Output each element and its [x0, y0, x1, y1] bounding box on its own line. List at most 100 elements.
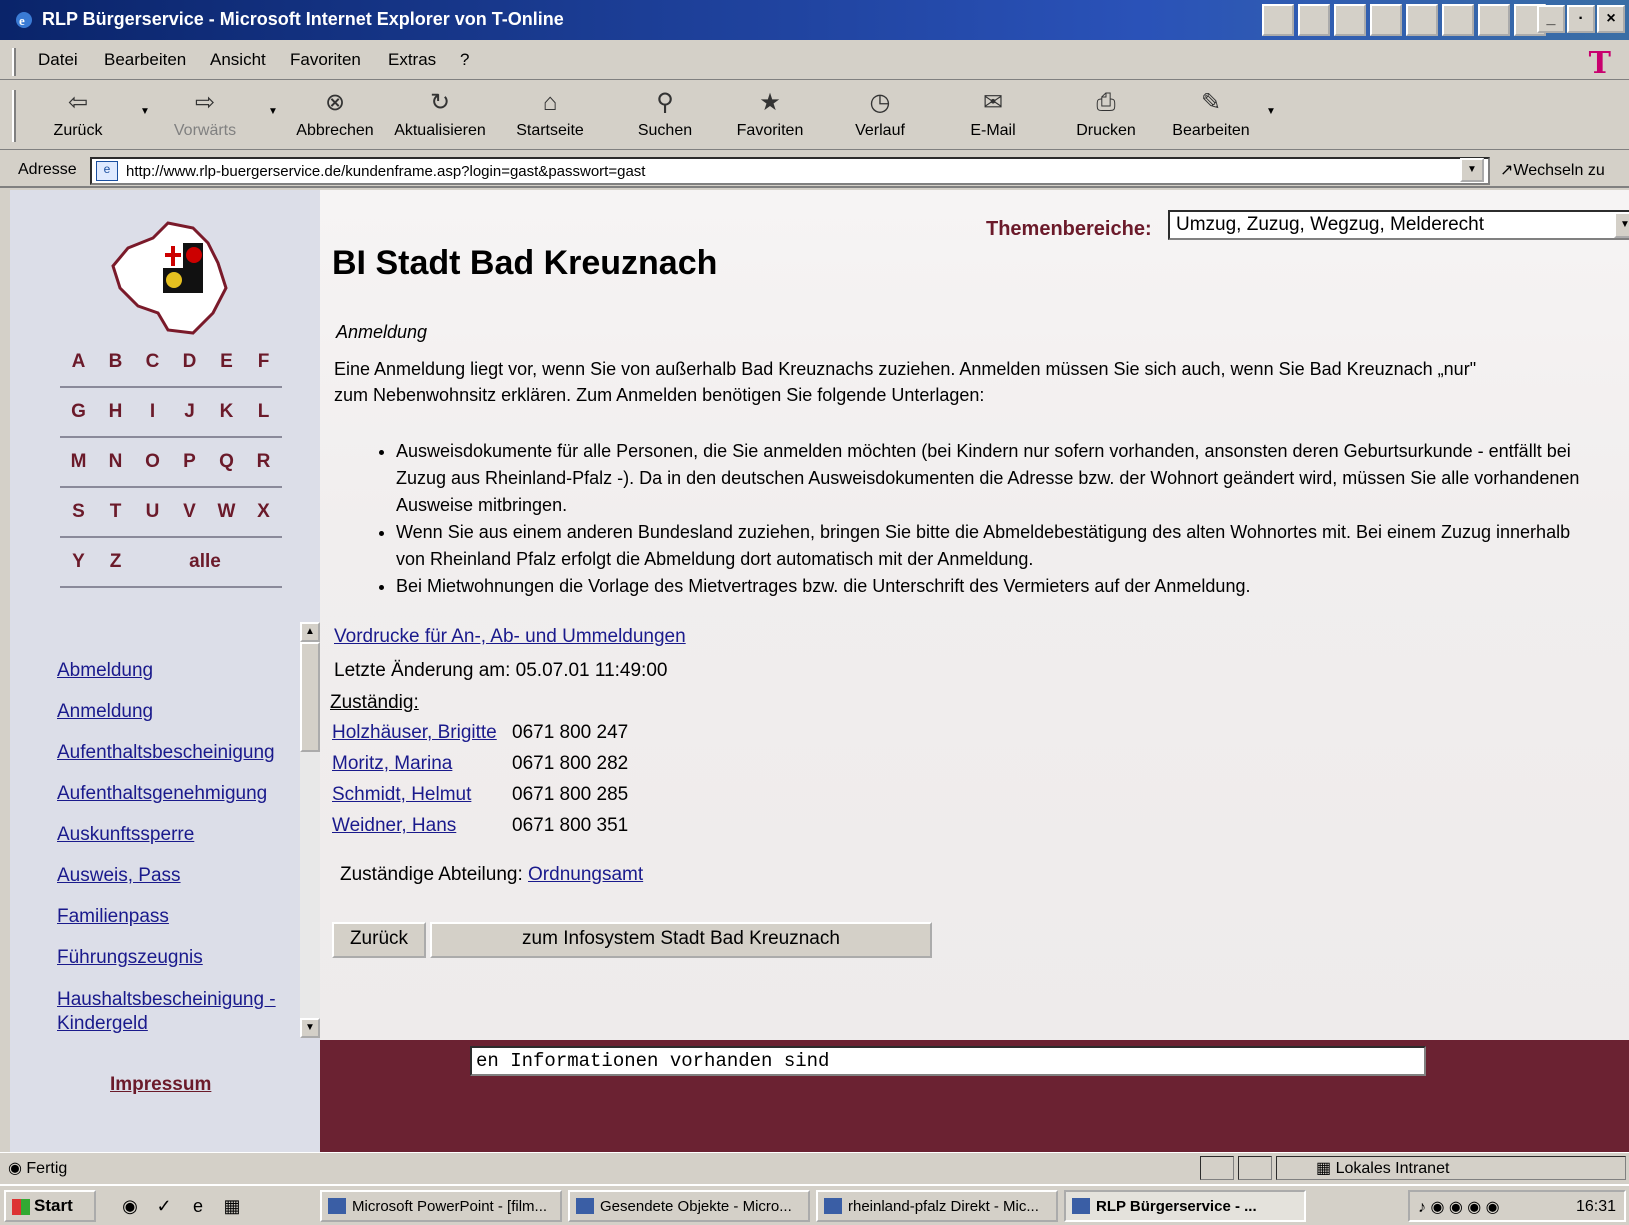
menu-favoriten[interactable]: Favoriten: [290, 50, 361, 70]
letter-link[interactable]: R: [245, 451, 282, 473]
maximize-button[interactable]: ·: [1567, 5, 1595, 33]
topic-link[interactable]: Auskunftssperre: [57, 824, 305, 846]
topic-link[interactable]: Ausweis, Pass: [57, 865, 305, 887]
back-button[interactable]: ⇦ Zurück: [48, 88, 108, 140]
desktop-icon[interactable]: ◉: [118, 1194, 142, 1218]
app-icon[interactable]: [1262, 4, 1294, 36]
topic-link[interactable]: Abmeldung: [57, 660, 305, 682]
app-icon[interactable]: [1406, 4, 1438, 36]
topic-link[interactable]: Familienpass: [57, 906, 305, 928]
letter-link[interactable]: P: [171, 451, 208, 473]
search-button[interactable]: ⚲ Suchen: [630, 88, 700, 140]
contact-name-link[interactable]: Holzhäuser, Brigitte: [332, 722, 512, 753]
toolbar-grip[interactable]: [12, 48, 16, 76]
toolbar-grip[interactable]: [12, 90, 16, 142]
start-button[interactable]: Start: [4, 1190, 96, 1222]
ie-icon[interactable]: e: [186, 1194, 210, 1218]
topic-link[interactable]: Haushaltsbescheinigung - Kindergeld: [57, 988, 305, 1036]
forward-button[interactable]: ⇨ Vorwärts: [170, 88, 240, 140]
edit-dropdown-icon[interactable]: ▼: [1266, 106, 1276, 117]
letter-link[interactable]: X: [245, 501, 282, 523]
mail-button[interactable]: ✉ E-Mail: [958, 88, 1028, 140]
print-button[interactable]: ⎙ Drucken: [1066, 88, 1146, 140]
letter-link[interactable]: U: [134, 501, 171, 523]
ticker-field[interactable]: en Informationen vorhanden sind: [470, 1046, 1426, 1076]
impressum-link[interactable]: Impressum: [110, 1074, 211, 1096]
menu-help[interactable]: ?: [460, 50, 469, 70]
task-rheinland-pfalz[interactable]: rheinland-pfalz Direkt - Mic...: [816, 1190, 1058, 1222]
letter-link[interactable]: C: [134, 351, 171, 373]
task-powerpoint[interactable]: Microsoft PowerPoint - [film...: [320, 1190, 562, 1222]
app-icon[interactable]: [1334, 4, 1366, 36]
letter-link[interactable]: A: [60, 351, 97, 373]
task-outlook[interactable]: Gesendete Objekte - Micro...: [568, 1190, 810, 1222]
app-icon[interactable]: [1478, 4, 1510, 36]
letter-link[interactable]: H: [97, 401, 134, 423]
letter-link[interactable]: J: [171, 401, 208, 423]
stop-button[interactable]: ⊗ Abbrechen: [290, 88, 380, 140]
letter-link[interactable]: E: [208, 351, 245, 373]
letter-link-all[interactable]: alle: [165, 551, 245, 573]
scroll-thumb[interactable]: [300, 642, 320, 752]
channels-icon[interactable]: ▦: [220, 1194, 244, 1218]
topic-link[interactable]: Aufenthaltsbescheinigung: [57, 742, 305, 764]
close-button[interactable]: ×: [1597, 5, 1625, 33]
letter-link[interactable]: G: [60, 401, 97, 423]
letter-link[interactable]: T: [97, 501, 134, 523]
topic-link[interactable]: Führungszeugnis: [57, 947, 305, 969]
letter-link[interactable]: I: [134, 401, 171, 423]
scroll-up-button[interactable]: ▲: [300, 622, 320, 642]
favorites-button[interactable]: ★ Favoriten: [730, 88, 810, 140]
contact-name-link[interactable]: Moritz, Marina: [332, 753, 512, 784]
chevron-down-icon[interactable]: ▼: [1614, 212, 1629, 238]
contact-name-link[interactable]: Schmidt, Helmut: [332, 784, 512, 815]
letter-link[interactable]: V: [171, 501, 208, 523]
menu-extras[interactable]: Extras: [388, 50, 436, 70]
menu-datei[interactable]: Datei: [38, 50, 78, 70]
go-button[interactable]: ↗Wechseln zu: [1500, 160, 1605, 180]
left-scrollbar[interactable]: ▲ ▼: [300, 622, 320, 1038]
address-input[interactable]: e http://www.rlp-buergerservice.de/kunde…: [90, 157, 1490, 185]
topic-link[interactable]: Anmeldung: [57, 701, 305, 723]
letter-link[interactable]: O: [134, 451, 171, 473]
letter-link[interactable]: D: [171, 351, 208, 373]
contact-name-link[interactable]: Weidner, Hans: [332, 815, 512, 846]
forward-dropdown-icon[interactable]: ▼: [268, 106, 278, 117]
tray-icons[interactable]: ♪ ◉ ◉ ◉ ◉: [1418, 1197, 1500, 1217]
letter-link[interactable]: K: [208, 401, 245, 423]
scroll-down-button[interactable]: ▼: [300, 1018, 320, 1038]
address-dropdown-button[interactable]: ▼: [1460, 158, 1484, 182]
refresh-button[interactable]: ↻ Aktualisieren: [390, 88, 490, 140]
infosystem-button[interactable]: zum Infosystem Stadt Bad Kreuznach: [430, 922, 932, 958]
letter-link[interactable]: Q: [208, 451, 245, 473]
letter-link[interactable]: F: [245, 351, 282, 373]
app-icon[interactable]: [1298, 4, 1330, 36]
topic-link[interactable]: Aufenthaltsgenehmigung: [57, 783, 305, 805]
app-icon[interactable]: [1442, 4, 1474, 36]
window-title-bar[interactable]: e RLP Bürgerservice - Microsoft Internet…: [0, 0, 1629, 40]
minimize-button[interactable]: _: [1537, 5, 1565, 33]
letter-link[interactable]: W: [208, 501, 245, 523]
menu-ansicht[interactable]: Ansicht: [210, 50, 266, 70]
back-page-button[interactable]: Zurück: [332, 922, 426, 958]
letter-link[interactable]: Z: [97, 551, 134, 573]
home-button[interactable]: ⌂ Startseite: [510, 88, 590, 140]
clock[interactable]: 16:31: [1576, 1198, 1616, 1216]
topic-area-select[interactable]: Umzug, Zuzug, Wegzug, Melderecht ▼: [1168, 210, 1629, 240]
menu-bearbeiten[interactable]: Bearbeiten: [104, 50, 186, 70]
forms-link[interactable]: Vordrucke für An-, Ab- und Ummeldungen: [334, 626, 686, 648]
go-arrow-icon: ↗: [1500, 162, 1514, 179]
letter-link[interactable]: S: [60, 501, 97, 523]
history-button[interactable]: ◷ Verlauf: [845, 88, 915, 140]
letter-link[interactable]: Y: [60, 551, 97, 573]
letter-link[interactable]: N: [97, 451, 134, 473]
back-dropdown-icon[interactable]: ▼: [140, 106, 150, 117]
letter-link[interactable]: L: [245, 401, 282, 423]
department-link[interactable]: Ordnungsamt: [528, 864, 643, 885]
outlook-icon[interactable]: ✓: [152, 1194, 176, 1218]
letter-link[interactable]: M: [60, 451, 97, 473]
edit-button[interactable]: ✎ Bearbeiten: [1166, 88, 1256, 140]
task-rlp-buergerservice[interactable]: RLP Bürgerservice - ...: [1064, 1190, 1306, 1222]
letter-link[interactable]: B: [97, 351, 134, 373]
app-icon[interactable]: [1370, 4, 1402, 36]
